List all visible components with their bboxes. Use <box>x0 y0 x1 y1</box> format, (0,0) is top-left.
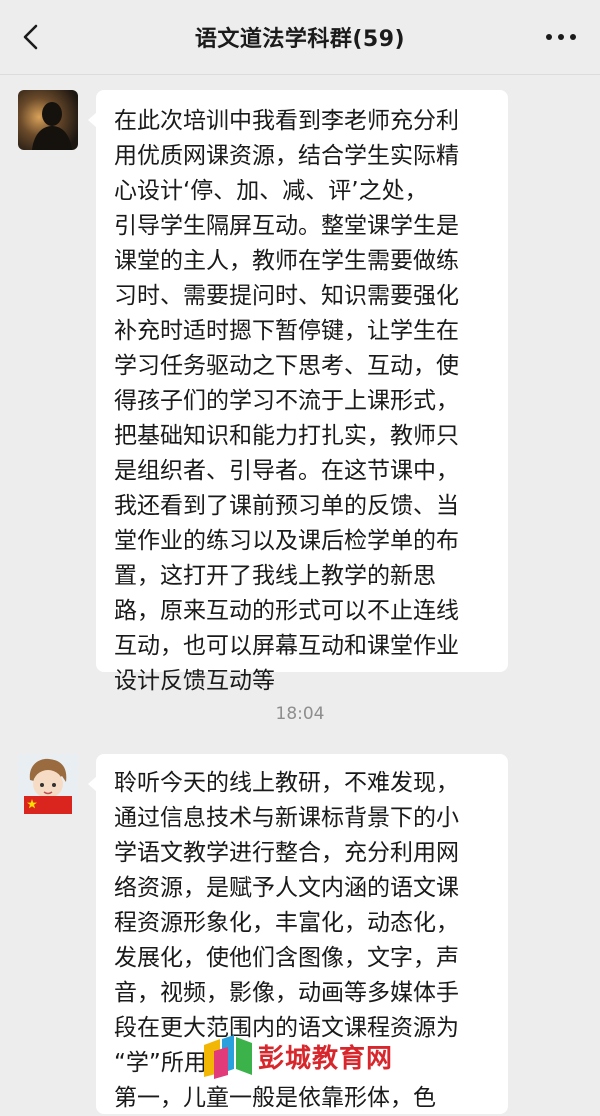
book-logo-icon <box>204 1035 252 1079</box>
watermark: 彭城教育网 <box>200 1032 400 1080</box>
message-bubble: 在此次培训中我看到李老师充分利 用优质网课资源，结合学生实际精 心设计‘停、加、… <box>88 90 508 694</box>
sender-avatar[interactable] <box>18 754 78 814</box>
message-text: 在此次培训中我看到李老师充分利 用优质网课资源，结合学生实际精 心设计‘停、加、… <box>114 108 459 694</box>
more-dots-icon[interactable] <box>544 30 578 44</box>
sender-avatar[interactable] <box>18 90 78 150</box>
timestamp: 18:04 <box>275 704 325 724</box>
avatar-silhouette-icon <box>18 90 78 150</box>
watermark-text: 彭城教育网 <box>258 1043 394 1074</box>
avatar-cartoon-icon <box>18 754 78 814</box>
back-arrow-icon[interactable] <box>18 22 46 52</box>
chat-header: 语文道法学科群(59) <box>0 0 600 75</box>
chat-title: 语文道法学科群(59) <box>194 27 406 52</box>
